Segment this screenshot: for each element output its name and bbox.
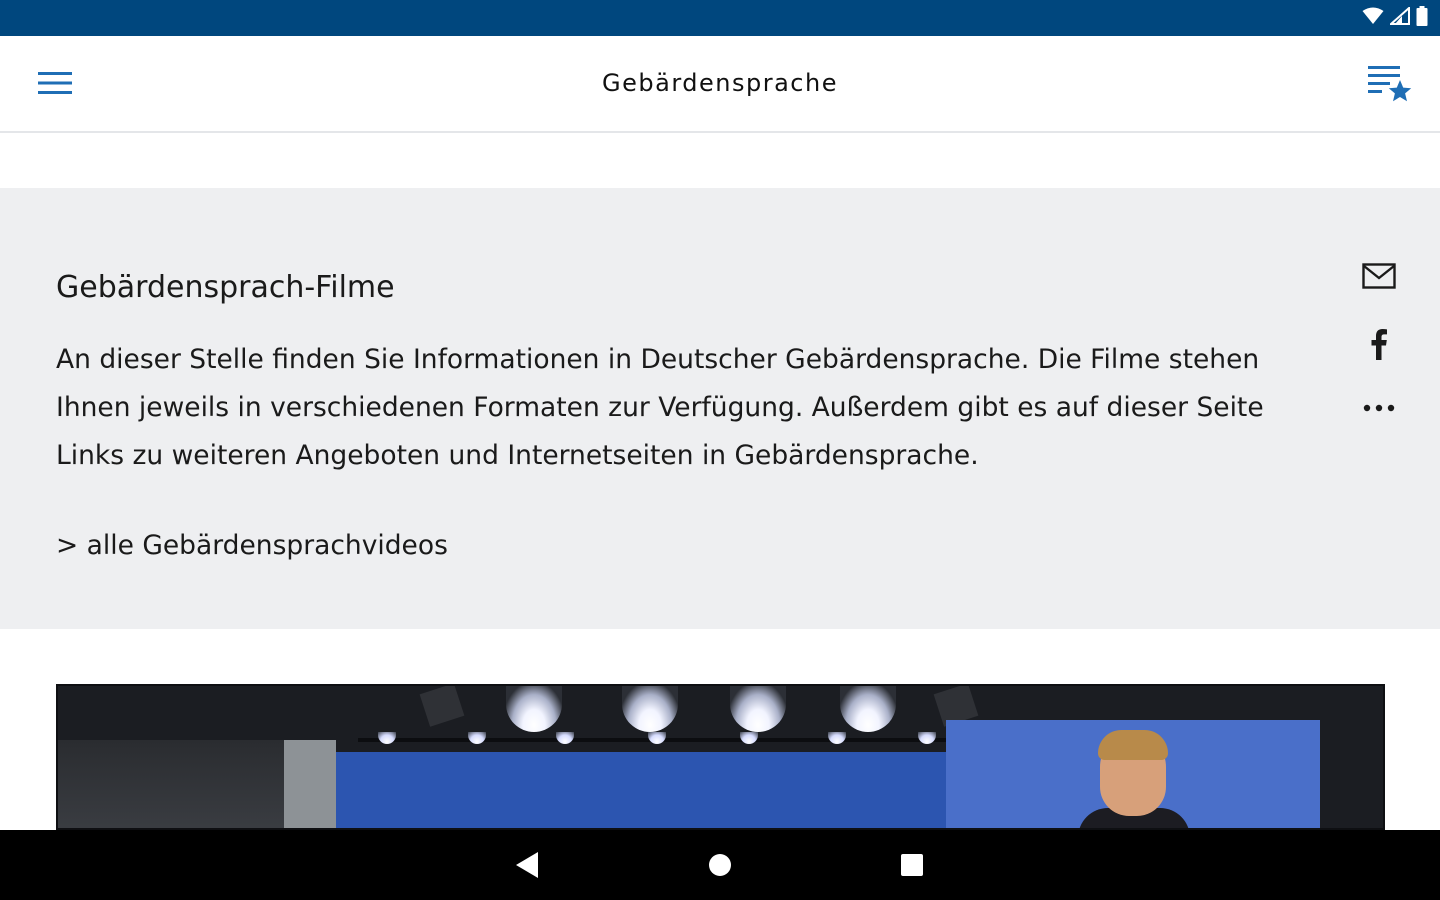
section-description: An dieser Stelle finden Sie Informatione… bbox=[56, 344, 1264, 471]
status-icons bbox=[1362, 5, 1428, 30]
playlist-star-icon bbox=[1368, 64, 1412, 106]
section-heading: Gebärdensprach-Filme bbox=[56, 270, 395, 305]
cell-signal-icon bbox=[1388, 5, 1410, 29]
studio-spotlight bbox=[648, 732, 666, 744]
studio-backdrop bbox=[58, 740, 288, 828]
favorites-button[interactable] bbox=[1364, 62, 1416, 108]
studio-spotlight bbox=[828, 732, 846, 744]
studio-spotlight bbox=[556, 732, 574, 744]
share-spacer bbox=[1358, 366, 1400, 386]
home-icon bbox=[708, 853, 732, 881]
app-bar: Gebärdensprache bbox=[0, 36, 1440, 133]
video-thumbnail[interactable] bbox=[56, 684, 1385, 830]
studio-spotlight bbox=[468, 732, 486, 744]
share-mail-button[interactable] bbox=[1358, 258, 1400, 298]
nav-back-button[interactable] bbox=[510, 850, 544, 884]
truss-light bbox=[419, 686, 465, 727]
signer-hair bbox=[1098, 730, 1168, 760]
back-icon bbox=[514, 851, 540, 883]
page-title: Gebärdensprache bbox=[602, 69, 838, 97]
studio-blue-wall bbox=[336, 752, 956, 828]
intro-panel: Gebärdensprach-Filme An dieser Stelle fi… bbox=[0, 188, 1440, 629]
recents-icon bbox=[900, 853, 924, 881]
studio-spotlight bbox=[378, 732, 396, 744]
wifi-icon bbox=[1362, 7, 1384, 29]
studio-lamp bbox=[840, 686, 896, 732]
studio-lamp bbox=[730, 686, 786, 732]
status-bar bbox=[0, 0, 1440, 36]
studio-spotlight bbox=[918, 732, 936, 744]
nav-recents-button[interactable] bbox=[895, 850, 929, 884]
nav-home-button[interactable] bbox=[703, 850, 737, 884]
share-facebook-button[interactable] bbox=[1358, 326, 1400, 366]
studio-lamp bbox=[506, 686, 562, 732]
studio-spotlight bbox=[740, 732, 758, 744]
more-horizontal-icon bbox=[1363, 397, 1395, 416]
all-videos-link[interactable]: > alle Gebärdensprachvideos bbox=[56, 530, 448, 561]
studio-lamp bbox=[622, 686, 678, 732]
battery-icon bbox=[1416, 6, 1428, 30]
facebook-icon bbox=[1370, 328, 1388, 364]
share-spacer bbox=[1358, 298, 1400, 326]
share-more-button[interactable] bbox=[1358, 386, 1400, 426]
mail-icon bbox=[1362, 263, 1396, 293]
share-actions bbox=[1358, 258, 1400, 426]
system-navigation-bar bbox=[0, 830, 1440, 900]
studio-panel bbox=[284, 740, 336, 828]
